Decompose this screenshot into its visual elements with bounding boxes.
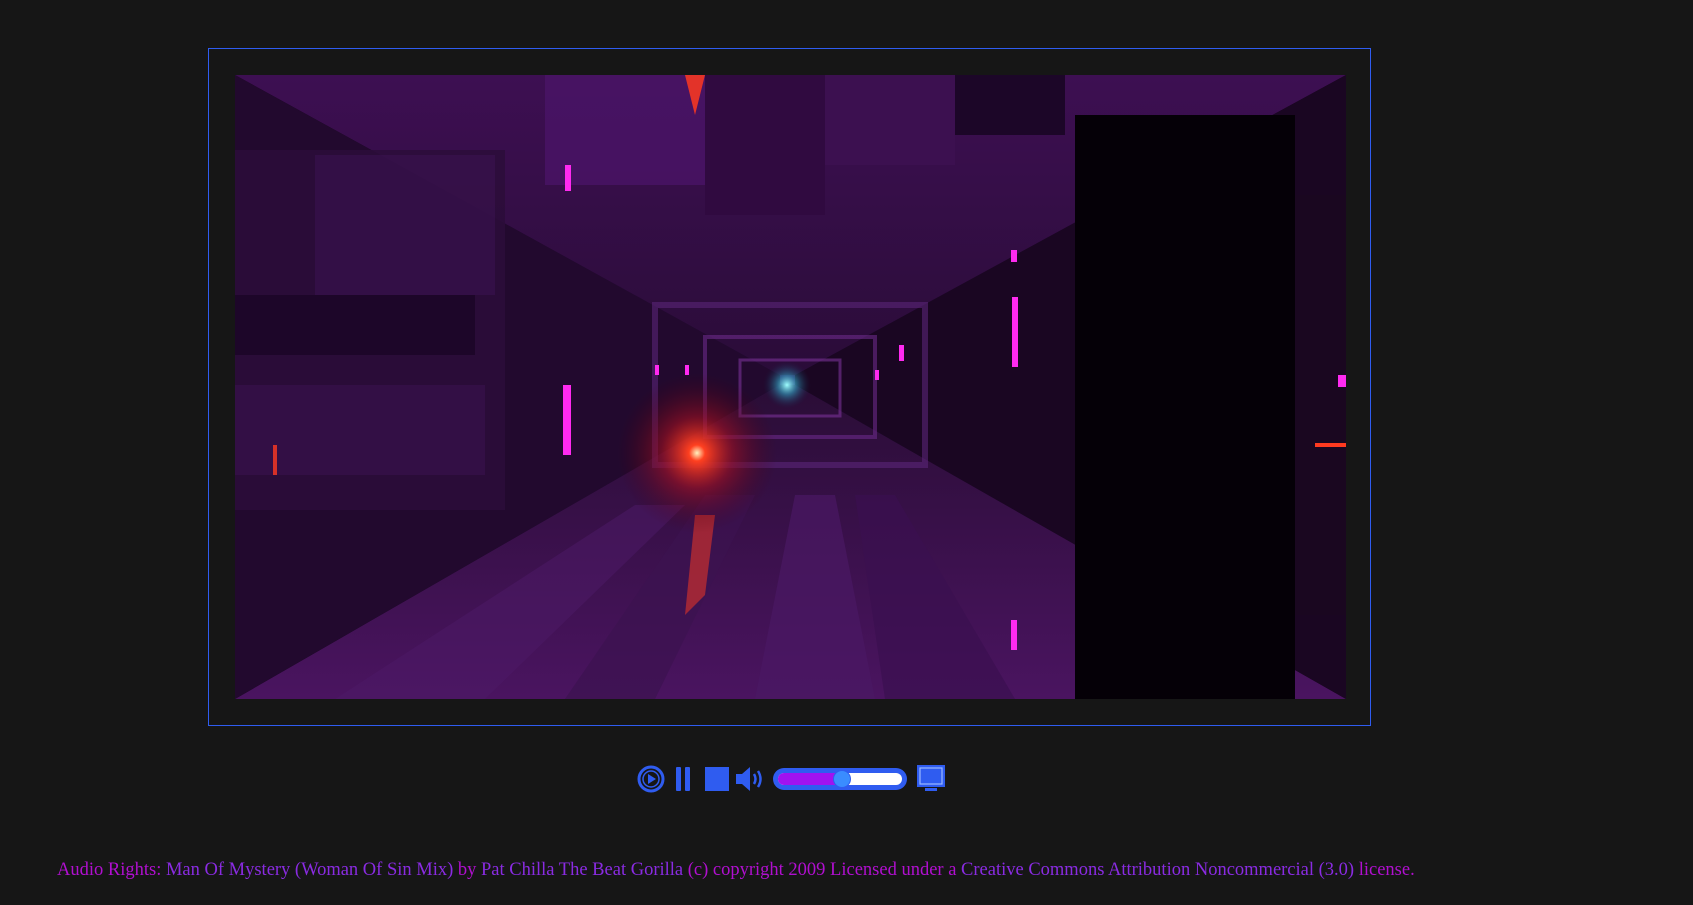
audio-credits: Audio Rights: Man Of Mystery (Woman Of S…	[57, 860, 1415, 881]
credits-suffix: license.	[1354, 860, 1415, 880]
video-player-frame	[208, 48, 1371, 726]
stop-button[interactable]	[700, 764, 734, 794]
volume-slider[interactable]	[773, 768, 907, 790]
pause-button[interactable]	[666, 764, 700, 794]
license-link[interactable]: Creative Commons Attribution Noncommerci…	[961, 860, 1354, 880]
volume-icon	[736, 767, 762, 791]
track-link[interactable]: Man Of Mystery (Woman Of Sin Mix)	[166, 860, 453, 880]
artist-link[interactable]: Pat Chilla The Beat Gorilla	[481, 860, 683, 880]
replay-button[interactable]	[636, 764, 666, 794]
fullscreen-button[interactable]	[913, 764, 949, 794]
volume-thumb[interactable]	[833, 770, 852, 788]
player-controls	[636, 762, 949, 796]
mute-button[interactable]	[734, 764, 766, 794]
replay-icon	[637, 765, 665, 793]
video-display[interactable]	[235, 75, 1346, 699]
stop-icon	[705, 767, 729, 791]
fullscreen-monitor-icon	[917, 765, 945, 791]
credits-copyright: (c) copyright 2009 Licensed under a	[683, 860, 962, 880]
credits-by: by	[453, 860, 482, 880]
pause-icon	[676, 767, 690, 791]
sci-fi-tunnel-video-frame	[235, 75, 1346, 699]
credits-prefix: Audio Rights:	[57, 860, 166, 880]
